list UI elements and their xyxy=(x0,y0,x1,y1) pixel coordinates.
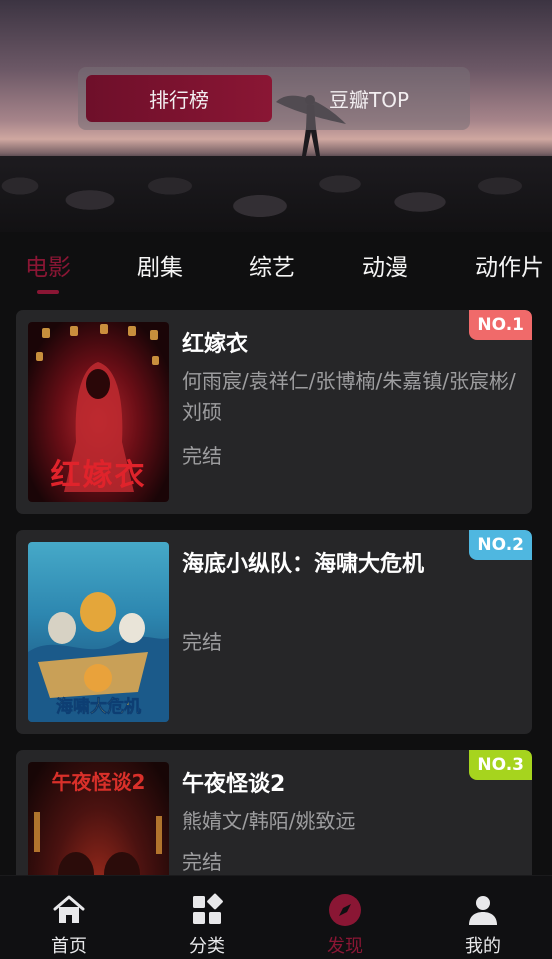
nav-label: 分类 xyxy=(189,936,225,957)
segmented-control: 排行榜 豆瓣TOP xyxy=(78,67,470,130)
poster-image: 午夜怪谈2 xyxy=(28,762,169,875)
user-icon xyxy=(469,896,497,925)
nav-discover[interactable]: 发现 xyxy=(276,876,414,959)
rank-badge: NO.3 xyxy=(469,750,532,780)
tab-series[interactable]: 剧集 xyxy=(137,248,183,282)
nav-label: 发现 xyxy=(327,936,363,957)
nav-label: 首页 xyxy=(51,936,87,957)
movie-title: 海底小纵队：海啸大危机 xyxy=(182,552,425,577)
poster-title: 海啸大危机 xyxy=(56,697,142,718)
poster-title: 红嫁衣 xyxy=(50,458,147,493)
poster-image: 海啸大危机 xyxy=(28,542,169,722)
compass-icon xyxy=(329,894,361,926)
poster-image: 红嫁衣 xyxy=(28,322,169,502)
movie-title: 午夜怪谈2 xyxy=(182,772,286,797)
rank-badge: NO.2 xyxy=(469,530,532,560)
tab-variety[interactable]: 综艺 xyxy=(249,248,295,282)
ranking-card-3[interactable]: 午夜怪谈2 午夜怪谈2 熊婧文/韩陌/姚致远 完结 NO.3 xyxy=(16,750,532,875)
nav-category[interactable]: 分类 xyxy=(138,876,276,959)
movie-status: 完结 xyxy=(182,444,222,468)
nav-label: 我的 xyxy=(465,936,501,957)
nav-home[interactable]: 首页 xyxy=(0,876,138,959)
segment-douban-top[interactable]: 豆瓣TOP xyxy=(276,75,462,122)
poster-title: 午夜怪谈2 xyxy=(51,770,146,794)
category-icon xyxy=(193,893,223,924)
nav-profile[interactable]: 我的 xyxy=(414,876,552,959)
tab-action[interactable]: 动作片 xyxy=(475,248,544,282)
movie-title: 红嫁衣 xyxy=(182,332,249,357)
bottom-navigation: 首页 分类 发现 我的 xyxy=(0,875,552,959)
segment-ranking[interactable]: 排行榜 xyxy=(86,75,272,122)
category-tabs: 电影 剧集 综艺 动漫 动作片 xyxy=(0,232,552,306)
tab-anime[interactable]: 动漫 xyxy=(362,248,408,282)
home-icon xyxy=(53,895,85,923)
movie-cast: 熊婧文/韩陌/姚致远 xyxy=(182,809,356,833)
tab-indicator xyxy=(37,290,59,294)
hero-rocks xyxy=(0,156,552,232)
ranking-card-1[interactable]: 红嫁衣 红嫁衣 何雨宸/袁祥仁/张博楠/朱嘉镇/张宸彬/刘硕 完结 NO.1 xyxy=(16,310,532,514)
hero-banner: 排行榜 豆瓣TOP xyxy=(0,0,552,232)
tab-movie[interactable]: 电影 xyxy=(25,248,71,282)
ranking-list: 红嫁衣 红嫁衣 何雨宸/袁祥仁/张博楠/朱嘉镇/张宸彬/刘硕 完结 NO.1 海… xyxy=(0,306,552,875)
movie-status: 完结 xyxy=(182,630,222,654)
rank-badge: NO.1 xyxy=(469,310,532,340)
movie-cast: 何雨宸/袁祥仁/张博楠/朱嘉镇/张宸彬/刘硕 xyxy=(182,369,516,424)
ranking-card-2[interactable]: 海啸大危机 海底小纵队：海啸大危机 完结 NO.2 xyxy=(16,530,532,734)
movie-status: 完结 xyxy=(182,850,222,874)
